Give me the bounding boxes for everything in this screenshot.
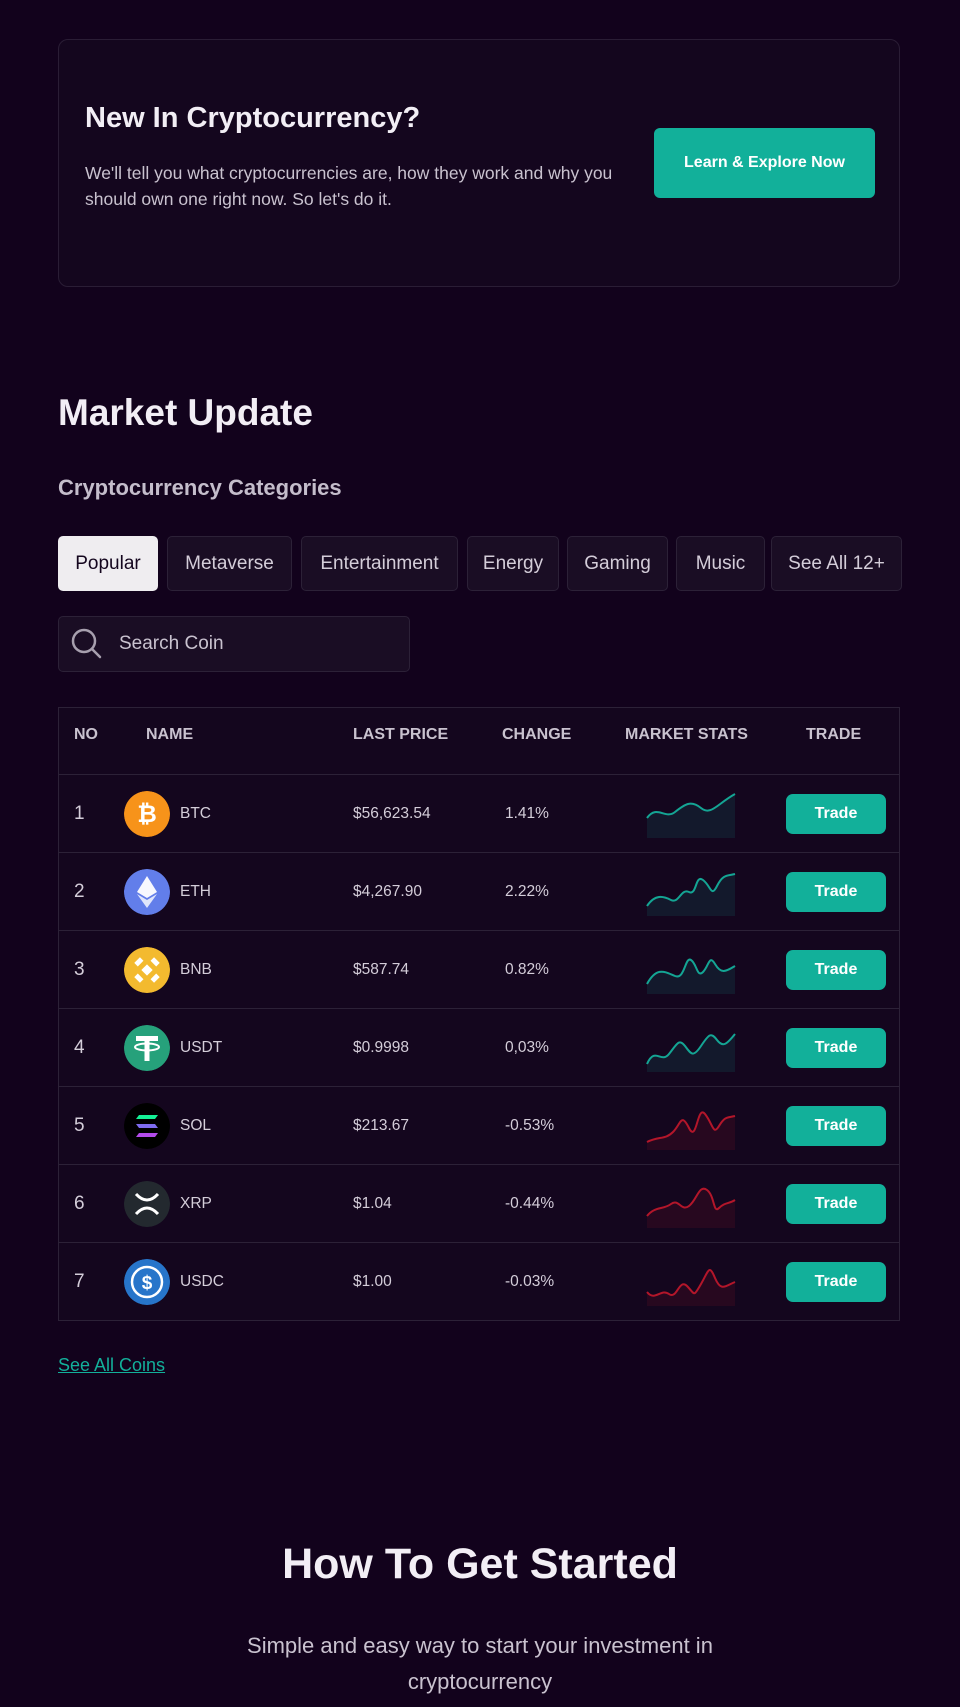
col-trade: TRADE [806,726,862,743]
row-number: 6 [74,1192,85,1214]
coin-change: 0.82% [505,960,549,978]
coin-price: $1.04 [353,1194,392,1212]
coin-symbol: SOL [180,1116,212,1134]
get-started-text: Simple and easy way to start your invest… [247,1633,713,1694]
coin-table: NO NAME LAST PRICE CHANGE MARKET STATS T… [58,707,900,1321]
coin-change: 1.41% [505,804,549,822]
usdc-icon: $ [124,1258,170,1305]
trade-button[interactable]: Trade [786,1261,886,1302]
col-change: CHANGE [502,726,572,743]
coin-symbol: BTC [180,804,211,822]
promo-title: New In Cryptocurrency? [85,102,421,134]
sparkline-down [646,1187,736,1228]
trade-button[interactable]: Trade [786,1183,886,1224]
coin-change: 0,03% [505,1038,549,1056]
get-started-title: How To Get Started [282,1540,678,1588]
col-no: NO [74,726,98,743]
coin-symbol: ETH [180,882,211,900]
coin-price: $587.74 [353,960,410,978]
trade-button[interactable]: Trade [786,949,886,990]
learn-explore-button[interactable]: Learn & Explore Now [654,128,875,198]
tab-entertainment[interactable]: Entertainment [301,536,458,591]
bitcoin-icon: ₿ [124,790,170,837]
table-row[interactable]: 2 ETH $4,267.90 2.22% Trade [59,853,899,931]
coin-change: -0.03% [505,1272,555,1290]
col-last-price: LAST PRICE [353,726,449,743]
tab-see-all[interactable]: See All 12+ [771,536,902,591]
tab-popular[interactable]: Popular [58,536,158,591]
col-name: NAME [146,726,194,743]
trade-button[interactable]: Trade [786,793,886,834]
tether-icon [124,1024,170,1071]
coin-change: -0.44% [505,1194,555,1212]
table-row[interactable]: 1 ₿ BTC $56,623.54 1.41% Trade [59,775,899,853]
coin-price: $1.00 [353,1272,392,1290]
coin-symbol: USDC [180,1272,224,1290]
xrp-icon [124,1180,170,1227]
row-number: 7 [74,1270,85,1292]
table-row[interactable]: 7 $ USDC $1.00 -0.03% Trade [59,1243,899,1320]
table-row[interactable]: 6 XRP $1.04 -0.44% Trade [59,1165,899,1243]
tab-gaming[interactable]: Gaming [567,536,668,591]
coin-price: $213.67 [353,1116,410,1134]
svg-text:$: $ [142,1273,153,1294]
bnb-icon [124,946,170,993]
coin-price: $56,623.54 [353,804,431,822]
market-update-title: Market Update [58,392,313,433]
svg-text:₿: ₿ [137,801,157,828]
search-input[interactable] [117,632,371,656]
sparkline-up [646,958,736,994]
tab-metaverse[interactable]: Metaverse [167,536,292,591]
coin-price: $4,267.90 [353,882,422,900]
trade-button[interactable]: Trade [786,871,886,912]
trade-button[interactable]: Trade [786,1027,886,1068]
tab-music[interactable]: Music [676,536,765,591]
row-number: 4 [74,1036,85,1058]
promo-card: New In Cryptocurrency? We'll tell you wh… [58,39,900,287]
table-row[interactable]: 5 SOL $213.67 -0.53% Trade [59,1087,899,1165]
promo-text: We'll tell you what cryptocurrencies are… [85,163,613,209]
row-number: 5 [74,1114,85,1136]
coin-change: 2.22% [505,882,549,900]
coin-change: -0.53% [505,1116,555,1134]
ethereum-icon [124,868,170,915]
search-icon [71,628,102,659]
coin-symbol: BNB [180,960,212,978]
sparkline-up [646,1032,736,1072]
coin-symbol: XRP [180,1194,212,1212]
row-number: 2 [74,880,85,902]
search-box [58,616,410,672]
sparkline-up [646,792,736,838]
solana-icon [124,1102,170,1149]
tab-energy[interactable]: Energy [467,536,559,591]
sparkline-down [646,1110,736,1150]
table-row[interactable]: 3 BNB $587.74 0.82% Trade [59,931,899,1009]
row-number: 1 [74,802,85,824]
coin-symbol: USDT [180,1038,223,1056]
sparkline-down [646,1268,736,1306]
table-header: NO NAME LAST PRICE CHANGE MARKET STATS T… [59,708,899,775]
coin-price: $0.9998 [353,1038,410,1056]
categories-subtitle: Cryptocurrency Categories [58,475,342,500]
row-number: 3 [74,958,85,980]
see-all-coins-link[interactable]: See All Coins [58,1355,165,1376]
col-market-stats: MARKET STATS [625,726,748,743]
sparkline-up [646,872,736,916]
table-row[interactable]: 4 USDT $0.9998 0,03% Trade [59,1009,899,1087]
trade-button[interactable]: Trade [786,1105,886,1146]
